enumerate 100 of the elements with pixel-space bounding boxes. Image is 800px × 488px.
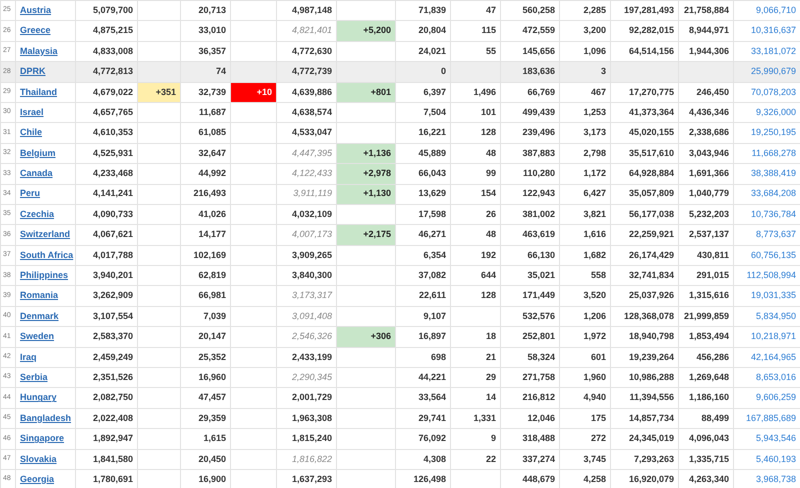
table-cell: 66,130 <box>500 245 560 266</box>
table-cell: 41,026 <box>180 204 230 225</box>
table-cell: 2,351,526 <box>76 368 138 388</box>
table-cell: 1,963,308 <box>276 408 336 429</box>
table-cell: 99 <box>450 164 500 184</box>
table-cell: 4,875,215 <box>76 20 138 42</box>
table-cell: 128,368,078 <box>610 306 678 327</box>
table-cell: 192 <box>450 245 500 266</box>
table-cell: 698 <box>396 347 450 368</box>
table-cell: 3 <box>560 62 610 82</box>
table-cell: 3,107,554 <box>76 306 138 327</box>
population-cell: 25,990,679 <box>734 62 800 82</box>
table-cell: 4,233,468 <box>76 164 138 184</box>
table-cell: 2,583,370 <box>76 326 138 348</box>
table-cell: 337,274 <box>500 449 560 470</box>
table-cell: +2,978 <box>336 164 396 184</box>
table-cell: 12,046 <box>500 408 560 429</box>
table-cell: 1,315,616 <box>678 286 734 306</box>
table-cell: 11,687 <box>180 102 230 123</box>
table-cell: 76,092 <box>396 428 450 450</box>
table-cell: 14 <box>450 388 500 408</box>
table-cell: 4,940 <box>560 388 610 408</box>
table-cell: 154 <box>450 184 500 204</box>
table-cell: 183,636 <box>500 62 560 82</box>
table-cell: 271,758 <box>500 368 560 388</box>
table-cell: 13,629 <box>396 184 450 204</box>
table-cell: 7,504 <box>396 102 450 123</box>
table-cell: 2,082,750 <box>76 388 138 408</box>
table-cell: 11,394,556 <box>610 388 678 408</box>
table-cell: +2,175 <box>336 224 396 246</box>
table-cell: 92,282,015 <box>610 20 678 42</box>
table-cell: 25,352 <box>180 347 230 368</box>
table-cell: 4,017,788 <box>76 245 138 266</box>
table-cell: 33,564 <box>396 388 450 408</box>
table-cell: 2,022,408 <box>76 408 138 429</box>
table-cell: +306 <box>336 326 396 348</box>
table-cell: 20,713 <box>180 0 230 21</box>
table-cell: 239,496 <box>500 122 560 144</box>
table-cell: 3,745 <box>560 449 610 470</box>
table-cell: 14,177 <box>180 224 230 246</box>
table-cell: 216,493 <box>180 184 230 204</box>
table-cell: 29,741 <box>396 408 450 429</box>
table-cell: 64,928,884 <box>610 164 678 184</box>
country-link[interactable]: Peru <box>20 188 40 198</box>
table-cell: 1,853,494 <box>678 326 734 348</box>
table-cell: 66,043 <box>396 164 450 184</box>
table-cell: 71,839 <box>396 0 450 21</box>
country-link[interactable]: Israel <box>20 106 44 117</box>
table-cell: 20,147 <box>180 326 230 348</box>
table-cell: 22 <box>450 449 500 470</box>
table-cell: 560,258 <box>500 0 560 21</box>
table-cell: 246,450 <box>678 82 734 102</box>
table-cell: 20,450 <box>180 449 230 470</box>
table-cell: 35,057,809 <box>610 184 678 204</box>
table-cell: 4,096,043 <box>678 428 734 450</box>
table-cell: 48 <box>450 143 500 164</box>
table-cell: 44,992 <box>180 164 230 184</box>
country-link[interactable]: Iraq <box>20 352 37 362</box>
table-cell: 558 <box>560 266 610 286</box>
table-cell: 1,172 <box>560 164 610 184</box>
table-cell: 1,040,779 <box>678 184 734 204</box>
table-cell: 58,324 <box>500 347 560 368</box>
table-cell: 32,647 <box>180 143 230 164</box>
table-cell: 32,741,834 <box>610 266 678 286</box>
table-cell: 467 <box>560 82 610 102</box>
table-cell: 4,610,353 <box>76 122 138 144</box>
table-cell: 1,972 <box>560 326 610 348</box>
table-cell: 2,001,729 <box>276 388 336 408</box>
table-cell: 216,812 <box>500 388 560 408</box>
table-cell: 26 <box>450 204 500 225</box>
table-cell: 3,043,946 <box>678 143 734 164</box>
table-cell: 25,037,926 <box>610 286 678 306</box>
table-cell: 74 <box>180 62 230 82</box>
table-cell: 47,457 <box>180 388 230 408</box>
table-cell: 1,691,366 <box>678 164 734 184</box>
table-cell: 66,769 <box>500 82 560 102</box>
table-cell: 4,090,733 <box>76 204 138 225</box>
table-cell: 1,815,240 <box>276 428 336 450</box>
country-link[interactable]: Chile <box>20 127 42 138</box>
table-cell: 61,085 <box>180 122 230 144</box>
table-cell: 291,015 <box>678 266 734 286</box>
table-cell: 46,271 <box>396 224 450 246</box>
table-cell: 101 <box>450 102 500 123</box>
table-cell: 2,537,137 <box>678 224 734 246</box>
table-cell: 1,816,822 <box>276 449 336 470</box>
table-cell: 175 <box>560 408 610 429</box>
table-cell: 45,020,155 <box>610 122 678 144</box>
table-cell: 1,253 <box>560 102 610 123</box>
table-cell: 21,999,859 <box>678 306 734 327</box>
table-cell: 6,354 <box>396 245 450 266</box>
table-cell: 1,335,715 <box>678 449 734 470</box>
table-cell: 6,397 <box>396 82 450 102</box>
table-cell: 1,496 <box>450 82 500 102</box>
table-cell: 1,206 <box>560 306 610 327</box>
table-cell: 644 <box>450 266 500 286</box>
table-cell: +351 <box>138 82 180 102</box>
table-cell: 430,811 <box>678 245 734 266</box>
table-cell: 1,841,580 <box>76 449 138 470</box>
table-cell: 26,174,429 <box>610 245 678 266</box>
table-cell: 21,758,884 <box>678 0 734 21</box>
